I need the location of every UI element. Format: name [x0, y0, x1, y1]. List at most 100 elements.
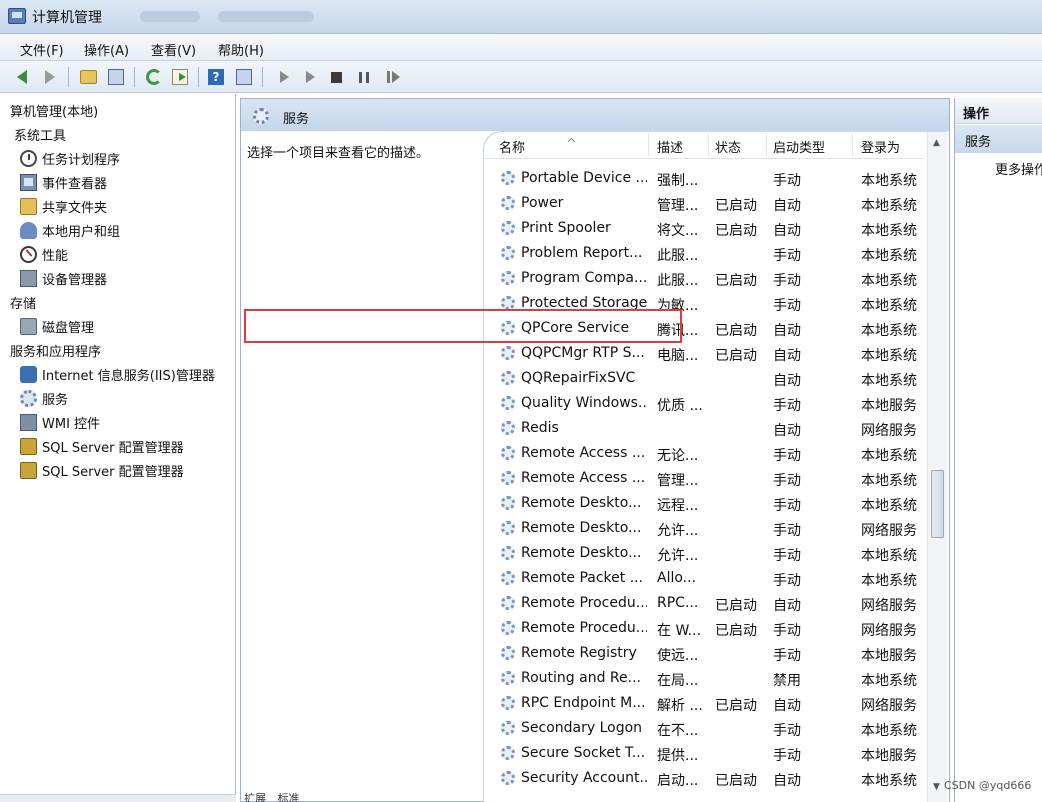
wmi-icon [20, 414, 37, 431]
service-row[interactable]: Secure Socket T... 提供... 手动 本地服务 [484, 741, 924, 766]
service-row[interactable]: QQRepairFixSVC 自动 本地系统 [484, 366, 924, 391]
service-gear-icon [501, 671, 515, 685]
service-row[interactable]: Remote Registry 使远... 手动 本地服务 [484, 641, 924, 666]
column-separator[interactable] [708, 134, 709, 156]
service-row[interactable]: Portable Device ... 强制... 手动 本地系统 [484, 166, 924, 191]
menu-file[interactable]: 文件(F) [20, 40, 64, 59]
service-gear-icon [501, 371, 515, 385]
column-logon-as[interactable]: 登录为 [861, 137, 900, 156]
service-row[interactable]: QQPCMgr RTP S... 电脑... 已启动 自动 本地系统 [484, 341, 924, 366]
service-row[interactable]: Remote Access ... 无论... 手动 本地系统 [484, 441, 924, 466]
pause-service-icon[interactable] [354, 67, 374, 87]
service-desc: 在局... [657, 673, 699, 689]
service-row[interactable]: Redis 自动 网络服务 [484, 416, 924, 441]
tree-label: 服务和应用程序 [10, 345, 102, 360]
tree-sql-config-2[interactable]: SQL Server 配置管理器 [20, 461, 184, 480]
service-startup-type: 自动 [773, 773, 801, 789]
more-actions-link[interactable]: 更多操作 [995, 159, 1042, 178]
service-gear-icon [501, 571, 515, 585]
menu-help[interactable]: 帮助(H) [218, 40, 264, 59]
scroll-up-arrow-icon[interactable]: ▲ [933, 138, 940, 148]
service-row[interactable]: Problem Report... 此服... 手动 本地系统 [484, 241, 924, 266]
service-startup-type: 自动 [773, 598, 801, 614]
service-desc: 此服... [657, 248, 699, 264]
tree-event-viewer[interactable]: 事件查看器 [20, 173, 107, 192]
service-desc: 此服... [657, 273, 699, 289]
column-startup-type[interactable]: 启动类型 [773, 137, 825, 156]
restart-service-icon[interactable] [382, 67, 402, 87]
tree-sql-config-1[interactable]: SQL Server 配置管理器 [20, 437, 184, 456]
column-description[interactable]: 描述 [657, 137, 683, 156]
scroll-down-arrow-icon[interactable]: ▼ [933, 782, 940, 792]
service-row[interactable]: Program Compa... 此服... 已启动 手动 本地系统 [484, 266, 924, 291]
tree-performance[interactable]: 性能 [20, 245, 68, 264]
tree-horizontal-scrollbar[interactable] [0, 794, 236, 802]
service-logon-as: 本地服务 [861, 748, 917, 764]
help-icon[interactable]: ? [206, 67, 226, 87]
up-folder-icon[interactable] [78, 67, 98, 87]
service-row[interactable]: Remote Deskto... 允许... 手动 网络服务 [484, 516, 924, 541]
service-row[interactable]: Power 管理... 已启动 自动 本地系统 [484, 191, 924, 216]
service-logon-as: 本地服务 [861, 398, 917, 414]
service-name: Remote Procedu... [521, 620, 647, 636]
tree-wmi-control[interactable]: WMI 控件 [20, 413, 100, 432]
forward-arrow-icon[interactable] [40, 67, 60, 87]
service-logon-as: 本地系统 [861, 173, 917, 189]
service-name: Security Account... [521, 770, 647, 786]
tree-services-apps[interactable]: 服务和应用程序 [10, 341, 101, 360]
tree-disk-management[interactable]: 磁盘管理 [20, 317, 94, 336]
service-status: 已启动 [715, 323, 757, 339]
service-desc: 优质 ... [657, 398, 703, 414]
back-arrow-icon[interactable] [12, 67, 32, 87]
service-row[interactable]: Routing and Re... 在局... 禁用 本地系统 [484, 666, 924, 691]
show-hide-tree-icon[interactable] [106, 67, 126, 87]
service-status: 已启动 [715, 198, 757, 214]
refresh-icon[interactable] [144, 67, 164, 87]
start-service-icon[interactable] [274, 67, 294, 87]
service-row[interactable]: Remote Procedu... RPC... 已启动 自动 网络服务 [484, 591, 924, 616]
service-startup-type: 手动 [773, 298, 801, 314]
start-service-alt-icon[interactable] [300, 67, 320, 87]
menu-action[interactable]: 操作(A) [84, 40, 129, 59]
tree-task-scheduler[interactable]: 任务计划程序 [20, 149, 120, 168]
iis-icon [20, 366, 37, 383]
export-list-icon[interactable] [170, 67, 190, 87]
service-row[interactable]: Remote Access ... 管理... 手动 本地系统 [484, 466, 924, 491]
column-separator[interactable] [766, 134, 767, 156]
tree-local-users[interactable]: 本地用户和组 [20, 221, 120, 240]
column-status[interactable]: 状态 [715, 137, 741, 156]
service-logon-as: 本地系统 [861, 548, 917, 564]
service-row[interactable]: Security Account... 启动... 已启动 自动 本地系统 [484, 766, 924, 791]
tree-services[interactable]: 服务 [20, 389, 68, 408]
tab-standard[interactable]: 标准 [278, 792, 300, 802]
service-row[interactable]: RPC Endpoint M... 解析 ... 已启动 自动 网络服务 [484, 691, 924, 716]
tree-root[interactable]: 算机管理(本地) [10, 101, 98, 120]
column-separator[interactable] [648, 134, 649, 156]
service-startup-type: 自动 [773, 348, 801, 364]
vertical-scrollbar[interactable]: ▲ ▼ [927, 132, 947, 802]
tree-storage[interactable]: 存储 [10, 293, 36, 312]
tree-device-manager[interactable]: 设备管理器 [20, 269, 107, 288]
tab-extended[interactable]: 扩展 [244, 792, 266, 802]
menu-view[interactable]: 查看(V) [151, 40, 196, 59]
service-row[interactable]: Remote Procedu... 在 W... 已启动 手动 网络服务 [484, 616, 924, 641]
blurred-title-segment [218, 11, 314, 22]
scroll-thumb[interactable] [931, 470, 944, 538]
service-row[interactable]: Remote Packet ... Allo... 手动 本地系统 [484, 566, 924, 591]
actions-section-services[interactable]: 服务 [955, 125, 1042, 153]
service-row[interactable]: Print Spooler 将文... 已启动 自动 本地系统 [484, 216, 924, 241]
column-name[interactable]: 名称 [499, 137, 525, 156]
service-row[interactable]: Remote Deskto... 允许... 手动 本地系统 [484, 541, 924, 566]
service-desc: 强制... [657, 173, 699, 189]
stop-service-icon[interactable] [326, 67, 346, 87]
service-row[interactable]: Secondary Logon 在不... 手动 本地系统 [484, 716, 924, 741]
tree-iis-manager[interactable]: Internet 信息服务(IIS)管理器 [20, 365, 215, 384]
service-row[interactable]: Quality Windows... 优质 ... 手动 本地服务 [484, 391, 924, 416]
tree-shared-folders[interactable]: 共享文件夹 [20, 197, 107, 216]
properties-icon[interactable] [234, 67, 254, 87]
column-separator[interactable] [852, 134, 853, 156]
tree-system-tools[interactable]: 系统工具 [14, 125, 66, 144]
service-row[interactable]: Remote Deskto... 远程... 手动 本地系统 [484, 491, 924, 516]
service-gear-icon [501, 471, 515, 485]
tree-label: 性能 [42, 249, 69, 264]
